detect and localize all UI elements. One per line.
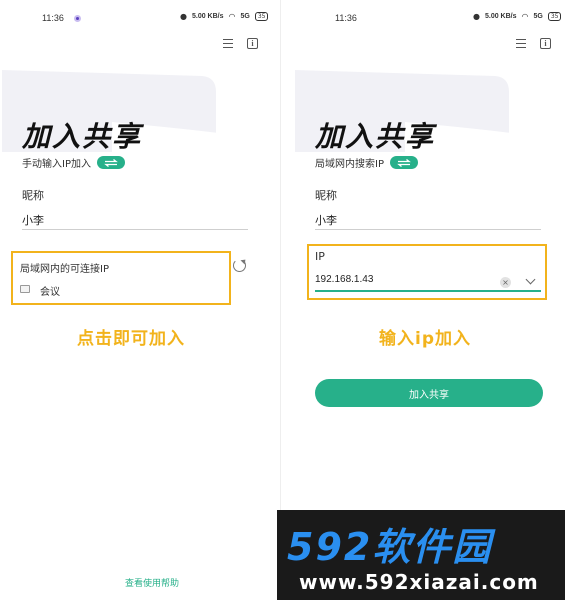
signal-label: 5G (533, 13, 543, 20)
nickname-field[interactable]: 小李 (22, 212, 44, 228)
notification-dot-icon (74, 15, 81, 22)
battery-icon: 35 (547, 12, 562, 21)
clear-icon[interactable]: × (500, 277, 511, 288)
status-bar: 11:36 ● 5.00 KB/s ◠ 5G 35 (2, 0, 272, 34)
top-actions: i (516, 38, 551, 49)
wifi-icon: ◠ (228, 12, 236, 21)
status-time: 11:36 (42, 13, 64, 23)
left-phone-screen: 11:36 ● 5.00 KB/s ◠ 5G 35 i 加入共享 手动输入IP加… (2, 0, 272, 600)
status-icons: ● 5.00 KB/s ◠ 5G 35 (180, 12, 269, 21)
battery-icon: 35 (254, 12, 269, 21)
signal-label: 5G (240, 13, 250, 20)
swap-icon (104, 158, 118, 167)
mic-icon: ● (180, 12, 187, 21)
nickname-label: 昵称 (315, 189, 337, 202)
swap-mode-button[interactable] (96, 156, 125, 169)
info-icon[interactable]: i (540, 38, 551, 49)
lan-list-title: 局域网内的可连接IP (20, 264, 109, 275)
wifi-icon: ◠ (521, 12, 529, 21)
watermark-banner: 592软件园 www.592xiazai.com (277, 510, 565, 600)
swap-mode-button[interactable] (389, 156, 418, 169)
top-actions: i (223, 38, 258, 49)
room-icon (20, 285, 30, 293)
status-icons: ● 5.00 KB/s ◠ 5G 35 (473, 12, 562, 21)
right-caption: 输入ip加入 (379, 329, 471, 349)
join-share-button[interactable]: 加入共享 (315, 379, 543, 407)
nickname-label: 昵称 (22, 189, 44, 202)
menu-icon[interactable] (516, 39, 526, 48)
nickname-underline (22, 229, 248, 230)
mode-row: 局域网内搜索IP (315, 155, 418, 170)
menu-icon[interactable] (223, 39, 233, 48)
room-item-meeting[interactable]: 会议 (40, 283, 60, 298)
net-speed: 5.00 KB/s (484, 13, 517, 20)
refresh-icon[interactable] (233, 259, 246, 272)
mic-icon: ● (473, 12, 480, 21)
ip-label: IP (315, 250, 325, 263)
mode-row: 手动输入IP加入 (22, 155, 125, 170)
mode-label: 手动输入IP加入 (22, 159, 91, 170)
swap-icon (397, 158, 411, 167)
watermark-url: www.592xiazai.com (299, 570, 539, 594)
page-title: 加入共享 (315, 120, 436, 153)
net-speed: 5.00 KB/s (191, 13, 224, 20)
status-time: 11:36 (335, 13, 357, 23)
status-bar: 11:36 ● 5.00 KB/s ◠ 5G 35 (295, 0, 565, 34)
mode-label: 局域网内搜索IP (315, 159, 384, 170)
nickname-field[interactable]: 小李 (315, 212, 337, 228)
nickname-underline (315, 229, 541, 230)
left-caption: 点击即可加入 (77, 329, 185, 349)
info-icon[interactable]: i (247, 38, 258, 49)
ip-underline (315, 290, 541, 292)
help-link[interactable]: 查看使用帮助 (17, 576, 272, 589)
watermark-brand: 592软件园 (287, 525, 493, 569)
page-title: 加入共享 (22, 120, 143, 153)
